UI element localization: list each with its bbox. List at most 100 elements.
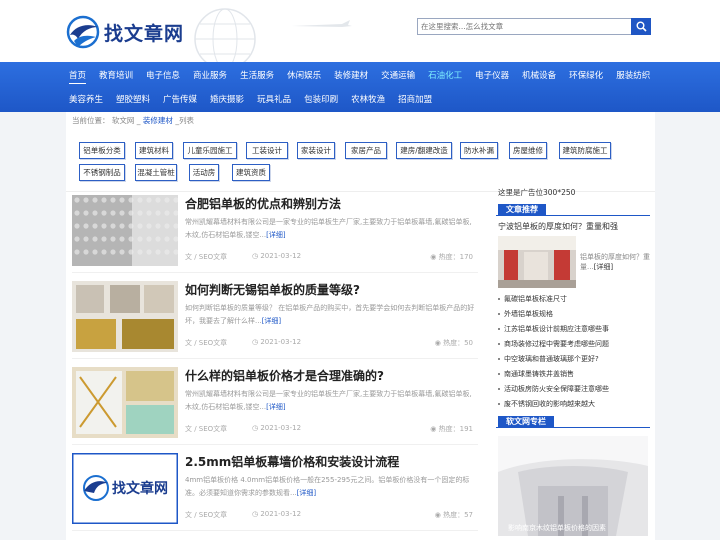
nav-item[interactable]: 农林牧渔 <box>351 91 385 107</box>
category-tag[interactable]: 家居产品 <box>345 142 387 159</box>
article-thumbnail[interactable] <box>72 281 178 352</box>
logo-bird-icon <box>66 15 100 49</box>
nav-item[interactable]: 生活服务 <box>240 67 274 83</box>
breadcrumb-separator: _ <box>136 116 141 125</box>
article-more-link[interactable]: [详细] <box>262 317 281 325</box>
main-nav: 首页 教育培训 电子信息 商业服务 生活服务 休闲娱乐 装修建材 交通运输 石油化工 电子仪器 机械… <box>0 62 720 112</box>
category-tag[interactable]: 建房/翻建改造 <box>396 142 452 159</box>
nav-row-2: 美容养生 塑胶塑料 广告传媒 婚庆摄影 玩具礼品 包装印刷 农林牧渔 招商加盟 <box>69 88 445 110</box>
bullet-icon <box>498 298 500 300</box>
search-button[interactable] <box>631 18 651 35</box>
sidebar-list-item[interactable]: 商场装修过程中需要考虑哪些问题 <box>498 339 609 349</box>
nav-item[interactable]: 石油化工 <box>428 67 462 83</box>
article-more-link[interactable]: [详细] <box>297 489 316 497</box>
category-tag[interactable]: 混凝土管桩 <box>135 164 177 181</box>
nav-item[interactable]: 美容养生 <box>69 91 103 107</box>
article-hot: ◉ 热度：170 <box>430 253 473 261</box>
nav-item[interactable]: 首页 <box>69 67 87 84</box>
category-tag[interactable]: 铝单板分类 <box>79 142 125 159</box>
page-gutter-left <box>0 112 66 540</box>
category-tag[interactable]: 防水补漏 <box>460 142 498 159</box>
nav-item[interactable]: 广告传媒 <box>163 91 197 107</box>
nav-item[interactable]: 装修建材 <box>334 67 368 83</box>
nav-item[interactable]: 包装印刷 <box>304 91 338 107</box>
nav-item[interactable]: 教育培训 <box>99 67 133 83</box>
article-thumbnail[interactable] <box>72 367 178 438</box>
category-tag[interactable]: 不锈钢制品 <box>79 164 125 181</box>
category-tag[interactable]: 儿童乐园施工 <box>183 142 237 159</box>
article-title[interactable]: 如何判断无锡铝单板的质量等级? <box>185 281 360 298</box>
nav-row-1: 首页 教育培训 电子信息 商业服务 生活服务 休闲娱乐 装修建材 交通运输 石油化工 电子仪器 机械… <box>69 64 663 86</box>
article-thumbnail[interactable] <box>72 195 178 266</box>
nav-item[interactable]: 电子仪器 <box>475 67 509 83</box>
sidebar-list-item[interactable]: 废不锈钢回收的影响越来越大 <box>498 399 595 409</box>
category-tag[interactable]: 家装设计 <box>297 142 335 159</box>
article-desc: 4mm铝单板价格 4.0mm铝单板价格一般在255-295元之间。铝单板价格没有… <box>185 476 470 497</box>
column-thumbnail[interactable] <box>498 436 648 536</box>
nav-item[interactable]: 电子信息 <box>146 67 180 83</box>
breadcrumb: 当前位置： 软文网 _ 装修建材 _列表 <box>72 115 194 126</box>
featured-title[interactable]: 宁波铝单板的厚度如何？重量和强 <box>498 221 618 232</box>
breadcrumb-prefix: 当前位置： <box>72 116 110 125</box>
page-gutter-right <box>655 112 720 540</box>
site-logo[interactable]: 找文章网 <box>66 14 184 50</box>
article-date: ◷ 2021-03-12 <box>252 510 302 518</box>
article-title[interactable]: 2.5mm铝单板幕墙价格和安装设计流程 <box>185 453 399 470</box>
article-thumbnail[interactable]: 找文章网 <box>72 453 178 524</box>
sidebar-list-item[interactable]: 南通球墨铸铁井盖销售 <box>498 369 574 379</box>
nav-item[interactable]: 服装纺织 <box>616 67 650 83</box>
bullet-icon <box>498 403 500 405</box>
category-tag[interactable]: 房屋维修 <box>509 142 547 159</box>
nav-item[interactable]: 塑胶塑料 <box>116 91 150 107</box>
category-tag[interactable]: 建筑资质 <box>232 164 270 181</box>
nav-item[interactable]: 婚庆摄影 <box>210 91 244 107</box>
article-date: ◷ 2021-03-12 <box>252 338 302 346</box>
article-author: 文 / SEO文章 <box>185 339 228 347</box>
article-meta: 文 / SEO文章 ◷ 2021-03-12 ◉ 热度：170 <box>185 252 475 262</box>
article-author: 文 / SEO文章 <box>185 511 228 519</box>
eye-icon: ◉ <box>434 511 444 519</box>
bullet-icon <box>498 373 500 375</box>
bullet-icon <box>498 328 500 330</box>
nav-item[interactable]: 招商加盟 <box>398 91 432 107</box>
article-meta: 文 / SEO文章 ◷ 2021-03-12 ◉ 热度：50 <box>185 338 475 348</box>
featured-thumbnail[interactable] <box>498 236 576 288</box>
sidebar-list-item[interactable]: 氟碳铝单板标准尺寸 <box>498 294 567 304</box>
featured-more-link[interactable]: [详细] <box>594 263 613 271</box>
sidebar-list-item[interactable]: 江苏铝单板设计前期应注意哪些事 <box>498 324 609 334</box>
article-hot: ◉ 热度：191 <box>430 425 473 433</box>
nav-item[interactable]: 休闲娱乐 <box>287 67 321 83</box>
featured-desc: 铝单板的厚度如何？重量...[详细] <box>580 253 650 271</box>
column-caption[interactable]: 影响南京木纹铝单板价格的因素 <box>508 523 606 533</box>
bullet-icon <box>498 343 500 345</box>
breadcrumb-current[interactable]: 装修建材 <box>143 116 173 125</box>
article-author: 文 / SEO文章 <box>185 253 228 261</box>
column-header: 软文网专栏 <box>496 416 650 428</box>
bullet-icon <box>498 388 500 390</box>
nav-item[interactable]: 机械设备 <box>522 67 556 83</box>
header: 找文章网 <box>0 0 720 62</box>
category-tag[interactable]: 建筑防腐施工 <box>559 142 611 159</box>
nav-item[interactable]: 玩具礼品 <box>257 91 291 107</box>
category-tag[interactable]: 工装设计 <box>246 142 288 159</box>
sidebar-list-item[interactable]: 活动板房防火安全保障要注意哪些 <box>498 384 609 394</box>
airplane-decoration-icon <box>292 20 352 27</box>
article-title[interactable]: 合肥铝单板的优点和辨别方法 <box>185 195 341 212</box>
sidebar-list-item[interactable]: 外墙铝单板规格 <box>498 309 553 319</box>
breadcrumb-home[interactable]: 软文网 <box>112 116 135 125</box>
bullet-icon <box>498 358 500 360</box>
article-more-link[interactable]: [详细] <box>266 403 285 411</box>
nav-item[interactable]: 交通运输 <box>381 67 415 83</box>
ad-placeholder[interactable]: 这里是广告位300*250 <box>498 187 575 198</box>
category-tag[interactable]: 活动房 <box>189 164 219 181</box>
breadcrumb-suffix: _列表 <box>175 116 195 125</box>
article-title[interactable]: 什么样的铝单板价格才是合理准确的? <box>185 367 384 384</box>
sidebar-list-item[interactable]: 中空玻璃和普通玻璃那个更好? <box>498 354 599 364</box>
article-more-link[interactable]: [详细] <box>266 231 285 239</box>
article-item: 如何判断无锡铝单板的质量等级? 如何判断铝单板的质量等级？ 在铝单板产品的购买中，… <box>72 281 478 363</box>
category-tag[interactable]: 建筑材料 <box>135 142 173 159</box>
search-input[interactable] <box>417 18 633 35</box>
nav-item[interactable]: 商业服务 <box>193 67 227 83</box>
nav-item[interactable]: 环保绿化 <box>569 67 603 83</box>
article-desc: 如何判断铝单板的质量等级？ 在铝单板产品的购买中，首先要学会如何去判断铝单板产品… <box>185 304 475 325</box>
